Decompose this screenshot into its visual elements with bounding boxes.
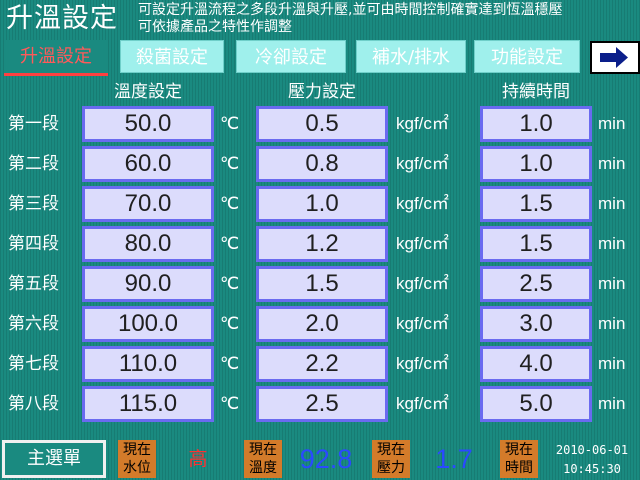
current-date: 2010-06-01: [555, 443, 629, 457]
pressure-input[interactable]: 0.5: [256, 106, 388, 142]
temp-unit: ℃: [220, 154, 240, 173]
page-description: 可設定升溫流程之多段升溫與升壓,並可由時間控制確實達到恆溫穩壓 可依據產品之特性…: [138, 2, 638, 36]
water-level-label: 現在水位: [118, 440, 156, 478]
description-line-2: 可依據產品之特性作調整: [138, 19, 292, 35]
pressure-input[interactable]: 2.0: [256, 306, 388, 342]
duration-input[interactable]: 1.5: [480, 186, 592, 222]
duration-unit: min: [598, 274, 626, 293]
pressure-input[interactable]: 2.2: [256, 346, 388, 382]
next-page-button[interactable]: [590, 41, 640, 74]
temp-unit: ℃: [220, 194, 240, 213]
current-pressure-label: 現在壓力: [372, 440, 410, 478]
pressure-unit: kgf/c㎡: [396, 114, 449, 133]
temp-unit: ℃: [220, 114, 240, 133]
temp-unit: ℃: [220, 274, 240, 293]
row-label: 第三段: [8, 194, 59, 214]
pressure-input[interactable]: 1.5: [256, 266, 388, 302]
row-label: 第七段: [8, 354, 59, 374]
pressure-unit: kgf/c㎡: [396, 234, 449, 253]
duration-input[interactable]: 5.0: [480, 386, 592, 422]
duration-unit: min: [598, 354, 626, 373]
main-menu-button[interactable]: 主選單: [2, 440, 106, 478]
pressure-input[interactable]: 0.8: [256, 146, 388, 182]
temp-input[interactable]: 100.0: [82, 306, 214, 342]
row-label: 第二段: [8, 154, 59, 174]
tab-water[interactable]: 補水/排水: [356, 40, 466, 73]
current-temp-value: 92.8: [299, 444, 353, 474]
tab-sterilization[interactable]: 殺菌設定: [120, 40, 224, 73]
temp-input[interactable]: 90.0: [82, 266, 214, 302]
pressure-unit: kgf/c㎡: [396, 314, 449, 333]
duration-input[interactable]: 2.5: [480, 266, 592, 302]
tab-cooling[interactable]: 冷卻設定: [236, 40, 346, 73]
row-label: 第一段: [8, 114, 59, 134]
pressure-unit: kgf/c㎡: [396, 154, 449, 173]
temp-unit: ℃: [220, 354, 240, 373]
column-header-duration: 持續時間: [502, 82, 570, 102]
duration-unit: min: [598, 394, 626, 413]
tab-heating[interactable]: 升溫設定: [4, 40, 108, 76]
datetime-display: 2010-06-01 10:45:30: [544, 441, 640, 479]
tab-functions[interactable]: 功能設定: [474, 40, 580, 73]
duration-input[interactable]: 4.0: [480, 346, 592, 382]
temp-input[interactable]: 60.0: [82, 146, 214, 182]
pressure-input[interactable]: 1.0: [256, 186, 388, 222]
column-header-pressure: 壓力設定: [288, 82, 356, 102]
description-line-1: 可設定升溫流程之多段升溫與升壓,並可由時間控制確實達到恆溫穩壓: [138, 2, 563, 18]
temp-input[interactable]: 110.0: [82, 346, 214, 382]
water-level-value: 高: [188, 448, 208, 470]
duration-unit: min: [598, 114, 626, 133]
temp-unit: ℃: [220, 394, 240, 413]
duration-input[interactable]: 3.0: [480, 306, 592, 342]
pressure-unit: kgf/c㎡: [396, 394, 449, 413]
duration-unit: min: [598, 194, 626, 213]
temp-input[interactable]: 70.0: [82, 186, 214, 222]
duration-unit: min: [598, 154, 626, 173]
row-label: 第八段: [8, 394, 59, 414]
pressure-unit: kgf/c㎡: [396, 274, 449, 293]
current-time-label: 現在時間: [500, 440, 538, 478]
duration-unit: min: [598, 234, 626, 253]
current-time: 10:45:30: [563, 462, 621, 476]
temp-input[interactable]: 115.0: [82, 386, 214, 422]
page-title: 升溫設定: [6, 3, 118, 34]
pressure-input[interactable]: 1.2: [256, 226, 388, 262]
row-label: 第六段: [8, 314, 59, 334]
duration-unit: min: [598, 314, 626, 333]
current-temp-label: 現在溫度: [244, 440, 282, 478]
row-label: 第四段: [8, 234, 59, 254]
temp-input[interactable]: 50.0: [82, 106, 214, 142]
duration-input[interactable]: 1.0: [480, 146, 592, 182]
temp-input[interactable]: 80.0: [82, 226, 214, 262]
arrow-right-icon: [600, 47, 628, 68]
tab-bar: 升溫設定 殺菌設定 冷卻設定 補水/排水 功能設定: [4, 40, 640, 77]
pressure-input[interactable]: 2.5: [256, 386, 388, 422]
pressure-unit: kgf/c㎡: [396, 354, 449, 373]
duration-input[interactable]: 1.0: [480, 106, 592, 142]
column-header-temp: 溫度設定: [114, 82, 182, 102]
temp-unit: ℃: [220, 234, 240, 253]
pressure-unit: kgf/c㎡: [396, 194, 449, 213]
duration-input[interactable]: 1.5: [480, 226, 592, 262]
temp-unit: ℃: [220, 314, 240, 333]
row-label: 第五段: [8, 274, 59, 294]
current-pressure-value: 1.7: [435, 444, 473, 474]
